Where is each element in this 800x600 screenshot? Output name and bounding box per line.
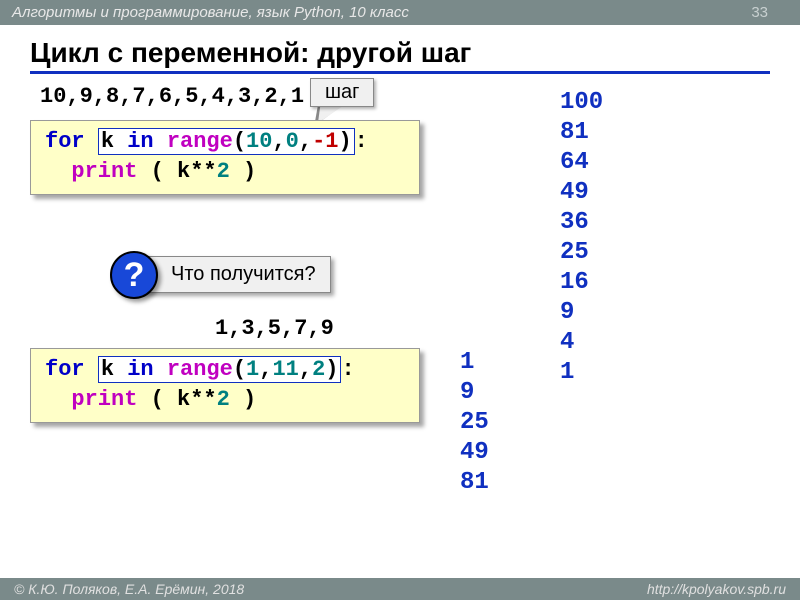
arg-c: 2 (312, 357, 325, 382)
header-bar: Алгоритмы и программирование, язык Pytho… (0, 0, 800, 25)
expr-n: 2 (217, 159, 230, 184)
fn-print: print (71, 387, 137, 412)
code-block-2: for k in range(1,11,2): print ( k**2 ) (30, 348, 420, 423)
arg-a: 10 (246, 129, 272, 154)
arg-b: 0 (286, 129, 299, 154)
question-mark-icon: ? (110, 251, 158, 299)
fn-range: range (167, 129, 233, 154)
step-callout: шаг (310, 78, 374, 107)
sequence-2: 1,3,5,7,9 (215, 316, 334, 341)
copyright: © К.Ю. Поляков, Е.А. Ерёмин, 2018 (14, 581, 244, 597)
arg-c: -1 (312, 129, 338, 154)
course-label: Алгоритмы и программирование, язык Pytho… (12, 4, 409, 21)
var-k: k (101, 357, 114, 382)
page-title: Цикл с переменной: другой шаг (30, 37, 770, 74)
kw-in: in (127, 357, 153, 382)
question-box: Что получится? (140, 256, 331, 293)
kw-in: in (127, 129, 153, 154)
kw-for: for (45, 129, 85, 154)
output-column-1: 100 81 64 49 36 25 16 9 4 1 (560, 88, 603, 388)
kw-for: for (45, 357, 85, 382)
content-area: 10,9,8,7,6,5,4,3,2,1 шаг for k in range(… (0, 78, 800, 568)
var-k: k (101, 129, 114, 154)
output-column-2: 1 9 25 49 81 (460, 348, 489, 498)
footer-bar: © К.Ю. Поляков, Е.А. Ерёмин, 2018 http:/… (0, 578, 800, 600)
expr-k: k** (177, 159, 217, 184)
page-number: 33 (751, 4, 768, 21)
sequence-1: 10,9,8,7,6,5,4,3,2,1 (40, 84, 304, 109)
fn-range: range (167, 357, 233, 382)
expr-n: 2 (217, 387, 230, 412)
range-box-1: k in range(10,0,-1) (98, 128, 355, 155)
fn-print: print (71, 159, 137, 184)
arg-b: 11 (272, 357, 298, 382)
code-block-1: for k in range(10,0,-1): print ( k**2 ) (30, 120, 420, 195)
range-box-2: k in range(1,11,2) (98, 356, 342, 383)
expr-k: k** (177, 387, 217, 412)
arg-a: 1 (246, 357, 259, 382)
footer-url: http://kpolyakov.spb.ru (647, 581, 786, 597)
